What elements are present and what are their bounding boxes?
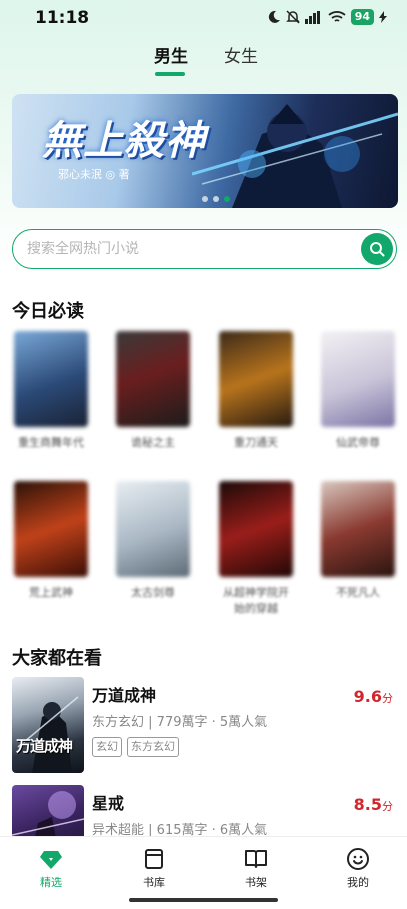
nav-label: 书库 — [143, 876, 165, 889]
book-score: 8.5分 — [354, 795, 393, 814]
book-card[interactable]: 不死凡人 — [321, 481, 395, 601]
smiley-icon — [347, 848, 369, 870]
book-genre: 东方玄幻 — [92, 715, 145, 730]
search-button[interactable] — [361, 233, 393, 265]
wifi-icon — [328, 10, 346, 22]
diamond-icon — [40, 851, 62, 869]
library-icon — [145, 849, 163, 869]
search-input[interactable] — [27, 230, 347, 267]
score-value: 9.6 — [353, 687, 382, 706]
bell-muted-icon — [285, 10, 300, 24]
banner-author: 邪心未泯 ◎ 著 — [58, 168, 130, 181]
nav-item-profile[interactable]: 我的 — [328, 847, 388, 890]
score-unit: 分 — [382, 692, 393, 705]
book-title: 星戒 — [92, 794, 125, 813]
book-title: 从超神学院开始的穿越 — [223, 586, 289, 615]
tab-female[interactable]: 女生 — [224, 42, 258, 67]
section-title-popular: 大家都在看 — [12, 648, 102, 669]
book-cover — [116, 481, 190, 577]
cover-text: 万道成神 — [16, 737, 73, 755]
tag: 玄幻 — [92, 737, 122, 757]
status-time: 11:18 — [35, 8, 90, 28]
book-cover — [14, 331, 88, 427]
book-card[interactable]: 诡秘之主 — [116, 331, 190, 451]
book-title: 重刀通天 — [234, 436, 278, 449]
promo-banner[interactable]: 無上殺神 邪心未泯 ◎ 著 — [12, 94, 398, 208]
banner-dot — [202, 196, 208, 202]
banner-pagination — [202, 196, 230, 202]
nav-label: 书架 — [245, 876, 267, 889]
banner-dot — [213, 196, 219, 202]
banner-title: 無上殺神 — [42, 117, 206, 164]
book-cover — [219, 481, 293, 577]
tag: 东方玄幻 — [127, 737, 179, 757]
meta-divider: | — [148, 715, 157, 730]
nav-label: 精选 — [40, 876, 62, 889]
book-tags: 玄幻 东方玄幻 — [92, 737, 179, 757]
section-title-daily: 今日必读 — [12, 301, 84, 322]
status-icons: 94 — [267, 9, 387, 25]
status-bar: 11:18 94 — [0, 0, 407, 36]
meta-dot: · — [211, 715, 220, 730]
book-cover — [14, 481, 88, 577]
list-item[interactable]: 万道成神 万道成神 东方玄幻 | 779萬字 · 5萬人氣 玄幻 东方玄幻 9.… — [12, 677, 397, 777]
open-book-icon — [245, 850, 267, 868]
book-card[interactable]: 重刀通天 — [219, 331, 293, 451]
book-title: 仙武帝尊 — [336, 436, 380, 449]
book-cover: 万道成神 — [12, 677, 84, 773]
battery-level: 94 — [350, 9, 374, 25]
nav-item-featured[interactable]: 精选 — [21, 847, 81, 890]
book-title: 重生商舞年代 — [18, 436, 84, 449]
gender-tabs: 男生 女生 — [0, 42, 407, 78]
book-card[interactable]: 从超神学院开始的穿越 — [219, 481, 293, 617]
book-title: 不死凡人 — [336, 586, 380, 599]
book-cover — [321, 481, 395, 577]
moon-icon — [268, 10, 280, 23]
tab-male[interactable]: 男生 — [154, 42, 188, 67]
book-card[interactable]: 太古剑尊 — [116, 481, 190, 601]
book-card[interactable]: 重生商舞年代 — [14, 331, 88, 451]
active-tab-indicator — [155, 72, 185, 76]
home-indicator — [129, 898, 278, 902]
search-bar — [12, 229, 397, 269]
banner-artwork — [192, 104, 398, 208]
book-cover — [219, 331, 293, 427]
book-cover — [116, 331, 190, 427]
book-title: 万道成神 — [92, 686, 157, 705]
book-word-count: 779萬字 — [156, 715, 208, 730]
book-card[interactable]: 仙武帝尊 — [321, 331, 395, 451]
book-card[interactable]: 荒上武神 — [14, 481, 88, 601]
book-readers: 5萬人氣 — [219, 715, 268, 730]
nav-item-library[interactable]: 书库 — [124, 847, 184, 890]
banner-dot-active — [224, 196, 230, 202]
score-unit: 分 — [382, 800, 393, 813]
book-cover — [321, 331, 395, 427]
book-title: 荒上武神 — [29, 586, 73, 599]
book-score: 9.6分 — [354, 687, 393, 706]
nav-item-bookshelf[interactable]: 书架 — [226, 847, 286, 890]
signal-icon — [304, 10, 320, 24]
nav-label: 我的 — [347, 876, 369, 889]
book-meta: 东方玄幻 | 779萬字 · 5萬人氣 — [92, 711, 267, 730]
book-title: 太古剑尊 — [131, 586, 175, 599]
search-icon — [370, 242, 385, 257]
book-title: 诡秘之主 — [131, 436, 175, 449]
score-value: 8.5 — [353, 795, 382, 814]
cover-artwork — [17, 696, 79, 773]
charging-icon — [379, 11, 387, 23]
